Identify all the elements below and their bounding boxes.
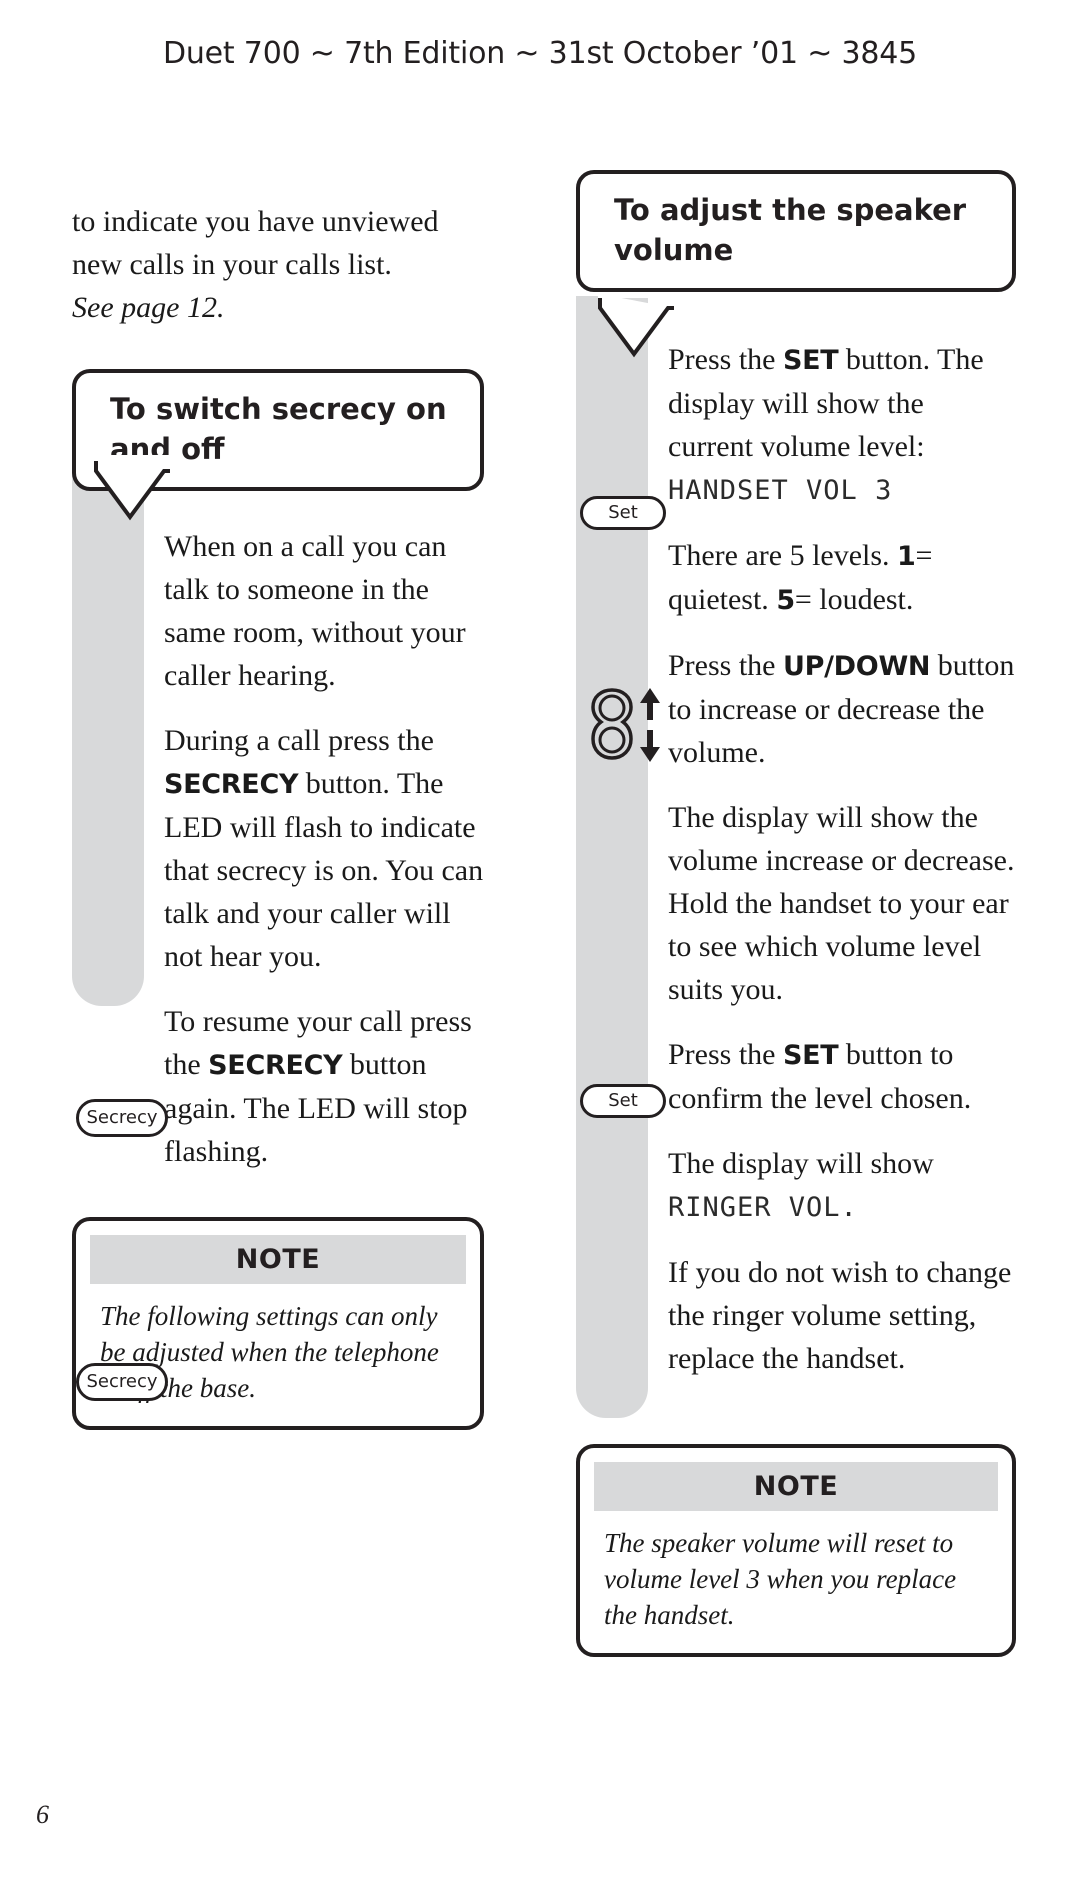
key-secrecy-1[interactable]: Secrecy xyxy=(76,1099,168,1137)
step-text-before: Press the xyxy=(668,649,783,682)
callout-secrecy: To switch secrecy on and off xyxy=(72,369,484,521)
intro-cross-reference: See page 12. xyxy=(72,291,225,324)
step-text: The display will show the volume increas… xyxy=(668,801,1015,1006)
key-name-secrecy: SECRECY xyxy=(208,1050,343,1081)
note-body: The speaker volume will reset to volume … xyxy=(604,1528,957,1630)
left-column: to indicate you have unviewed new calls … xyxy=(72,200,484,1430)
step-text: Press the UP/DOWN button to increase or … xyxy=(668,644,1016,774)
right-column: To adjust the speaker volume Set Press t… xyxy=(576,170,1016,1657)
step-text-before: During a call press the xyxy=(164,724,434,757)
callout-tail-icon xyxy=(598,292,676,358)
key-name-set: SET xyxy=(783,345,839,376)
key-set-2[interactable]: Set xyxy=(580,1084,666,1118)
up-down-arrows-icon xyxy=(640,688,660,762)
running-header: Duet 700 ~ 7th Edition ~ 31st October ’0… xyxy=(162,36,918,71)
step-row: When on a call you can talk to someone i… xyxy=(164,525,484,697)
level-min-value: 1 xyxy=(897,541,916,572)
step-text-before: Press the xyxy=(668,1038,783,1071)
page-number: 6 xyxy=(36,1800,49,1829)
callout-speaker-volume-title: To adjust the speaker volume xyxy=(576,170,1016,292)
note-heading: NOTE xyxy=(594,1462,998,1511)
key-name-set: SET xyxy=(783,1040,839,1071)
note-panel-right: NOTE The speaker volume will reset to vo… xyxy=(576,1444,1016,1657)
step-text-before: The display will show xyxy=(668,1147,934,1180)
step-text: To resume your call press the SECRECY bu… xyxy=(164,1000,484,1173)
instruction-rail-right xyxy=(576,296,648,1418)
step-text: Press the SET button. The display will s… xyxy=(668,338,1016,512)
lcd-display-text: HANDSET VOL 3 xyxy=(668,475,893,506)
step-text: During a call press the SECRECY button. … xyxy=(164,719,484,978)
level-max-label: = loudest. xyxy=(794,583,914,616)
step-text-before: Press the xyxy=(668,343,783,376)
up-down-key-icon xyxy=(591,688,633,760)
step-text: There are 5 levels. 1= quietest. 5= loud… xyxy=(668,534,1016,622)
instruction-rail-left xyxy=(72,438,144,1006)
step-text-before: There are 5 levels. xyxy=(668,539,898,572)
key-name-secrecy: SECRECY xyxy=(164,769,299,800)
key-secrecy-2[interactable]: Secrecy xyxy=(76,1363,168,1401)
callout-speaker-volume: To adjust the speaker volume xyxy=(576,170,1016,358)
callout-tail-icon xyxy=(94,455,172,521)
key-set-1[interactable]: Set xyxy=(580,496,666,530)
level-max-value: 5 xyxy=(776,585,795,616)
step-text: The display will show RINGER VOL. xyxy=(668,1142,1016,1229)
step-text: Press the SET button to confirm the leve… xyxy=(668,1033,1016,1120)
step-text: When on a call you can talk to someone i… xyxy=(164,530,466,692)
key-name-up-down: UP/DOWN xyxy=(783,651,931,682)
lcd-display-text: RINGER VOL. xyxy=(668,1192,858,1223)
step-text: If you do not wish to change the ringer … xyxy=(668,1256,1012,1375)
note-heading: NOTE xyxy=(90,1235,466,1284)
key-up-down[interactable] xyxy=(590,686,663,764)
step-row: Secrecy To resume your call press the SE… xyxy=(72,1000,484,1401)
intro-paragraph: to indicate you have unviewed new calls … xyxy=(72,205,439,281)
